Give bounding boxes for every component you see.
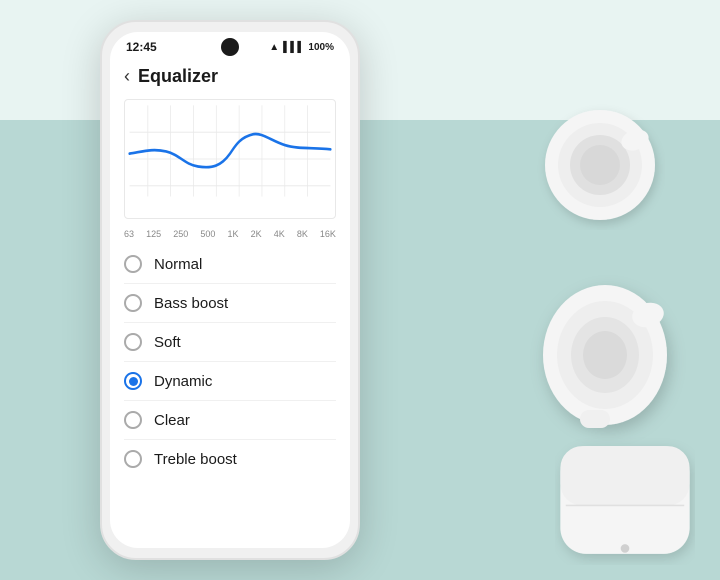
charging-case xyxy=(555,435,695,565)
status-bar: 12:45 ▲ ▌▌▌ 100% xyxy=(110,32,350,58)
signal-icon: ▌▌▌ xyxy=(283,42,304,53)
phone-screen: 12:45 ▲ ▌▌▌ 100% ‹ Equalizer xyxy=(110,32,350,548)
eq-label-250: 250 xyxy=(173,229,188,239)
back-button[interactable]: ‹ xyxy=(124,66,130,87)
eq-label-2k: 2K xyxy=(251,229,262,239)
radio-normal xyxy=(124,255,142,273)
radio-soft xyxy=(124,333,142,351)
label-normal: Normal xyxy=(154,256,202,273)
eq-options: Normal Bass boost Soft Dynami xyxy=(110,245,350,478)
phone: 12:45 ▲ ▌▌▌ 100% ‹ Equalizer xyxy=(100,20,360,560)
eq-label-500: 500 xyxy=(200,229,215,239)
notch xyxy=(221,38,239,56)
radio-clear xyxy=(124,411,142,429)
label-treble-boost: Treble boost xyxy=(154,451,237,468)
eq-label-8k: 8K xyxy=(297,229,308,239)
status-time: 12:45 xyxy=(126,40,157,54)
radio-dynamic-fill xyxy=(129,377,138,386)
option-normal[interactable]: Normal xyxy=(110,245,350,283)
option-treble-boost[interactable]: Treble boost xyxy=(110,440,350,478)
wifi-icon: ▲ xyxy=(269,42,279,53)
eq-labels: 63 125 250 500 1K 2K 4K 8K 16K xyxy=(110,227,350,239)
battery-label: 100% xyxy=(308,42,334,53)
radio-bass-boost xyxy=(124,294,142,312)
eq-chart xyxy=(124,99,336,219)
eq-chart-svg xyxy=(125,100,335,218)
label-clear: Clear xyxy=(154,412,190,429)
eq-label-1k: 1K xyxy=(227,229,238,239)
status-icons: ▲ ▌▌▌ 100% xyxy=(269,42,334,53)
earbud-right xyxy=(535,100,665,230)
option-soft[interactable]: Soft xyxy=(110,323,350,361)
label-bass-boost: Bass boost xyxy=(154,295,228,312)
app-header: ‹ Equalizer xyxy=(110,58,350,93)
eq-label-125: 125 xyxy=(146,229,161,239)
scene: 12:45 ▲ ▌▌▌ 100% ‹ Equalizer xyxy=(0,0,720,580)
eq-label-16k: 16K xyxy=(320,229,336,239)
option-clear[interactable]: Clear xyxy=(110,401,350,439)
option-bass-boost[interactable]: Bass boost xyxy=(110,284,350,322)
earbud-front xyxy=(530,270,690,450)
label-soft: Soft xyxy=(154,334,181,351)
radio-dynamic xyxy=(124,372,142,390)
radio-treble-boost xyxy=(124,450,142,468)
page-title: Equalizer xyxy=(138,66,218,87)
label-dynamic: Dynamic xyxy=(154,373,212,390)
eq-label-4k: 4K xyxy=(274,229,285,239)
eq-label-63: 63 xyxy=(124,229,134,239)
option-dynamic[interactable]: Dynamic xyxy=(110,362,350,400)
